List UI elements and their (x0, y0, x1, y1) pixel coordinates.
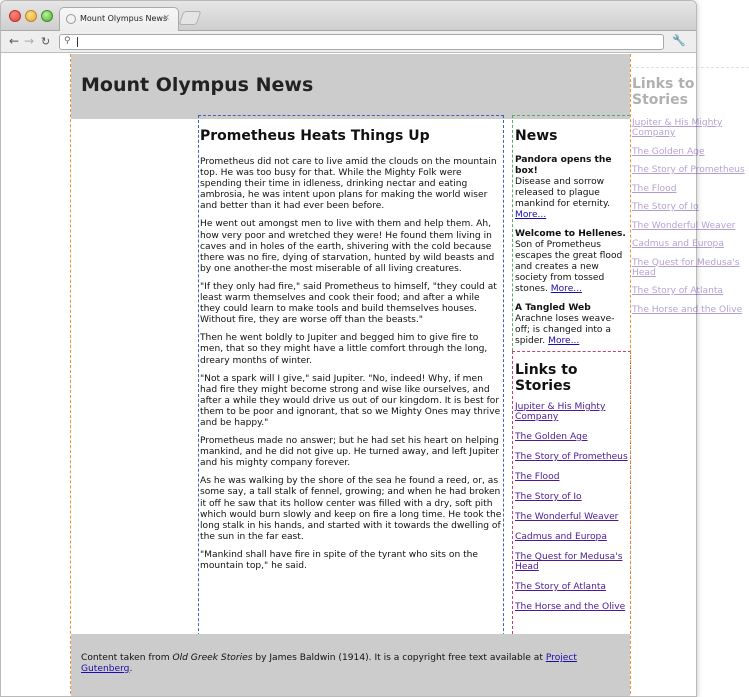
list-item: The Story of Atlanta (632, 286, 747, 296)
story-link[interactable]: The Story of Prometheus (515, 452, 628, 462)
list-item: Cadmus and Europa (515, 532, 628, 542)
story-link[interactable]: The Golden Age (515, 432, 588, 442)
list-item: Jupiter & His Mighty Company (515, 402, 628, 422)
new-tab-button[interactable] (178, 11, 202, 25)
list-item: The Quest for Medusa's Head (515, 552, 628, 572)
wrench-icon[interactable]: 🔧 (672, 34, 686, 47)
links-title: Links to Stories (515, 362, 578, 394)
browser-window: Mount Olympus News × ← → ↻ ⚲ 🔧 Mount Oly… (0, 0, 697, 697)
address-bar[interactable]: ⚲ (59, 34, 664, 50)
news-sidebar: News Pandora opens the box! Disease and … (512, 115, 630, 351)
ghost-links-list: Jupiter & His Mighty Company The Golden … (632, 118, 747, 315)
ghost-story-link: The Quest for Medusa's Head (632, 257, 740, 278)
ghost-story-link: The Story of Io (632, 202, 699, 212)
article-paragraph: He went out amongst men to live with the… (200, 219, 495, 274)
story-link[interactable]: The Story of Atlanta (515, 582, 606, 592)
list-item: Jupiter & His Mighty Company (632, 118, 747, 138)
list-item: The Wonderful Weaver (632, 221, 747, 231)
news-headline: A Tangled Web (515, 303, 591, 313)
news-item: A Tangled Web Arachne loses weave-off; i… (515, 303, 628, 347)
list-item: The Story of Io (515, 492, 628, 502)
reload-icon[interactable]: ↻ (41, 35, 50, 48)
site-header: Mount Olympus News (71, 54, 630, 119)
story-link[interactable]: The Wonderful Weaver (515, 512, 618, 522)
ghost-story-link: The Wonderful Weaver (632, 220, 736, 231)
search-icon: ⚲ (64, 36, 71, 46)
footer-book-title: Old Greek Stories (172, 653, 253, 663)
page-favicon-icon (66, 14, 76, 24)
ghost-story-link: Jupiter & His Mighty Company (632, 118, 723, 138)
ghost-links-title: Links to Stories (632, 76, 695, 108)
list-item: Cadmus and Europa (632, 239, 747, 249)
article-paragraph: Then he went boldly to Jupiter and begge… (200, 333, 488, 366)
browser-toolbar: ← → ↻ ⚲ 🔧 (1, 31, 696, 53)
overflow-story-links-ghost: Links to Stories Jupiter & His Mighty Co… (631, 67, 749, 367)
story-links-list: Jupiter & His Mighty Company The Golden … (515, 402, 628, 612)
list-item: The Story of Prometheus (515, 452, 628, 462)
page-content: Mount Olympus News Prometheus Heats Thin… (1, 54, 696, 696)
ghost-story-link: The Golden Age (632, 146, 705, 157)
story-link[interactable]: The Quest for Medusa's Head (515, 552, 622, 572)
list-item: The Quest for Medusa's Head (632, 258, 747, 278)
footer-text-middle: by James Baldwin (1914). It is a copyrig… (252, 653, 546, 663)
article-paragraph: Prometheus did not care to live amid the… (200, 157, 497, 212)
tab-strip: Mount Olympus News × (1, 1, 696, 32)
ghost-story-link: Cadmus and Europa (632, 239, 724, 249)
news-more-link[interactable]: More... (548, 336, 579, 346)
news-item: Pandora opens the box! Disease and sorro… (515, 155, 628, 221)
article-paragraph: "Mankind shall have fire in spite of the… (200, 549, 479, 571)
news-item: Welcome to Hellenes. Son of Prometheus e… (515, 229, 628, 295)
list-item: The Golden Age (632, 147, 747, 157)
news-more-link[interactable]: More... (551, 284, 582, 294)
footer-text-prefix: Content taken from (81, 653, 173, 663)
news-title: News (515, 128, 558, 144)
news-body: Disease and sorrow released to plague ma… (515, 177, 610, 209)
list-item: The Story of Atlanta (515, 582, 628, 592)
article-title: Prometheus Heats Things Up (200, 128, 430, 144)
news-more-link[interactable]: More... (515, 210, 546, 220)
list-item: The Golden Age (515, 432, 628, 442)
minimize-window-button[interactable] (25, 10, 37, 22)
article-paragraph: "Not a spark will I give," said Jupiter.… (200, 373, 501, 428)
text-caret (77, 37, 78, 47)
ghost-story-link: The Story of Atlanta (632, 286, 723, 296)
news-headline: Welcome to Hellenes. (515, 229, 626, 239)
browser-tab[interactable]: Mount Olympus News × (59, 7, 179, 32)
close-tab-icon[interactable]: × (162, 13, 170, 23)
list-item: The Wonderful Weaver (515, 512, 628, 522)
close-window-button[interactable] (9, 10, 21, 22)
ghost-story-link: The Horse and the Olive (632, 304, 743, 315)
story-link[interactable]: The Horse and the Olive (515, 602, 625, 612)
list-item: The Horse and the Olive (632, 305, 747, 315)
ghost-story-link: The Story of Prometheus (632, 165, 745, 175)
story-link[interactable]: Jupiter & His Mighty Company (515, 402, 605, 422)
back-arrow-icon[interactable]: ← (9, 34, 19, 48)
article-paragraph: As he was walking by the shore of the se… (200, 476, 502, 542)
story-link[interactable]: The Flood (515, 472, 559, 482)
story-links-sidebar: Links to Stories Jupiter & His Mighty Co… (512, 351, 631, 634)
list-item: The Story of Io (632, 202, 747, 212)
site-footer: Content taken from Old Greek Stories by … (71, 634, 630, 696)
story-link[interactable]: Cadmus and Europa (515, 532, 607, 542)
news-headline: Pandora opens the box! (515, 155, 612, 176)
zoom-window-button[interactable] (41, 10, 53, 22)
list-item: The Flood (632, 184, 747, 194)
list-item: The Flood (515, 472, 628, 482)
footer-text-suffix: . (129, 664, 133, 674)
story-link[interactable]: The Story of Io (515, 492, 582, 502)
article-paragraph: "If they only had fire," said Prometheus… (200, 281, 497, 326)
article-paragraph: Prometheus made no answer; but he had se… (200, 436, 500, 469)
tab-title: Mount Olympus News (80, 14, 168, 23)
list-item: The Story of Prometheus (632, 165, 747, 175)
list-item: The Horse and the Olive (515, 602, 628, 612)
site-title: Mount Olympus News (81, 74, 314, 96)
main-article: Prometheus Heats Things Up Prometheus di… (198, 115, 504, 661)
ghost-story-link: The Flood (632, 183, 677, 194)
forward-arrow-icon[interactable]: → (24, 34, 34, 48)
